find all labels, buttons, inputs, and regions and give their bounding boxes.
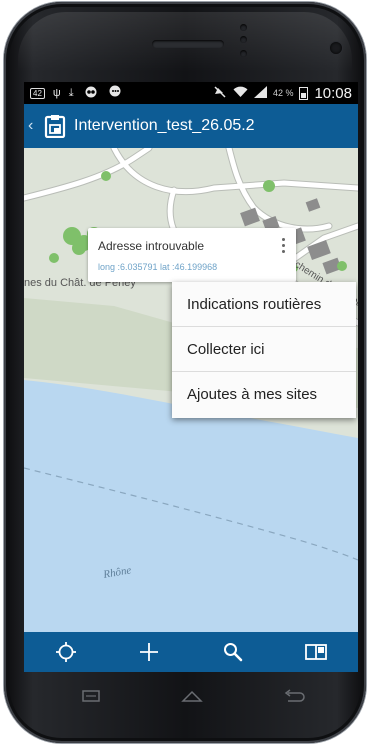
screen: 42 ψ ⤓ 42 % 10:08 ‹ Intervention_test_26…: [24, 82, 358, 672]
app-title: Intervention_test_26.05.2: [74, 117, 255, 134]
callout-title: Adresse introuvable: [98, 239, 205, 253]
sensor-dot: [240, 50, 247, 57]
chevron-left-icon[interactable]: ‹: [28, 117, 42, 135]
menu-item-collect-here[interactable]: Collecter ici: [172, 327, 356, 372]
chat-icon: [108, 85, 122, 101]
clipboard-icon[interactable]: [44, 114, 66, 139]
app-bar: ‹ Intervention_test_26.05.2: [24, 104, 358, 148]
hardware-nav-keys: [24, 688, 358, 718]
locate-icon[interactable]: [46, 632, 86, 672]
home-icon[interactable]: [180, 688, 204, 709]
callout-coordinates: long :6.035791 lat :46.199968: [98, 262, 218, 272]
menu-item-add-to-sites[interactable]: Ajoutes à mes sites: [172, 372, 356, 417]
notification-badge-icon: 42: [30, 87, 45, 99]
add-icon[interactable]: [129, 632, 169, 672]
usb-icon: ψ: [52, 87, 61, 99]
earpiece-speaker: [152, 40, 224, 48]
wifi-icon: [233, 86, 248, 101]
battery-icon: [299, 86, 309, 100]
more-vertical-icon[interactable]: [278, 236, 288, 254]
clock: 10:08: [314, 84, 352, 102]
map-book-icon[interactable]: [296, 632, 336, 672]
mute-icon: [213, 85, 227, 101]
context-menu: Indications routières Collecter ici Ajou…: [172, 282, 356, 418]
back-icon[interactable]: [282, 688, 306, 709]
download-icon: ⤓: [68, 86, 74, 99]
signal-icon: [253, 85, 267, 101]
location-callout[interactable]: Adresse introuvable long :6.035791 lat :…: [88, 228, 296, 282]
light-sensor: [240, 36, 247, 43]
bottom-toolbar: [24, 632, 358, 672]
proximity-sensor: [240, 24, 247, 31]
front-camera: [330, 42, 342, 54]
search-icon[interactable]: [213, 632, 253, 672]
voicemail-icon: [82, 86, 100, 101]
battery-percent: 42 %: [272, 88, 294, 98]
status-bar: 42 ψ ⤓ 42 % 10:08: [24, 82, 358, 104]
menu-item-directions[interactable]: Indications routières: [172, 282, 356, 327]
recent-apps-icon[interactable]: [81, 688, 101, 709]
